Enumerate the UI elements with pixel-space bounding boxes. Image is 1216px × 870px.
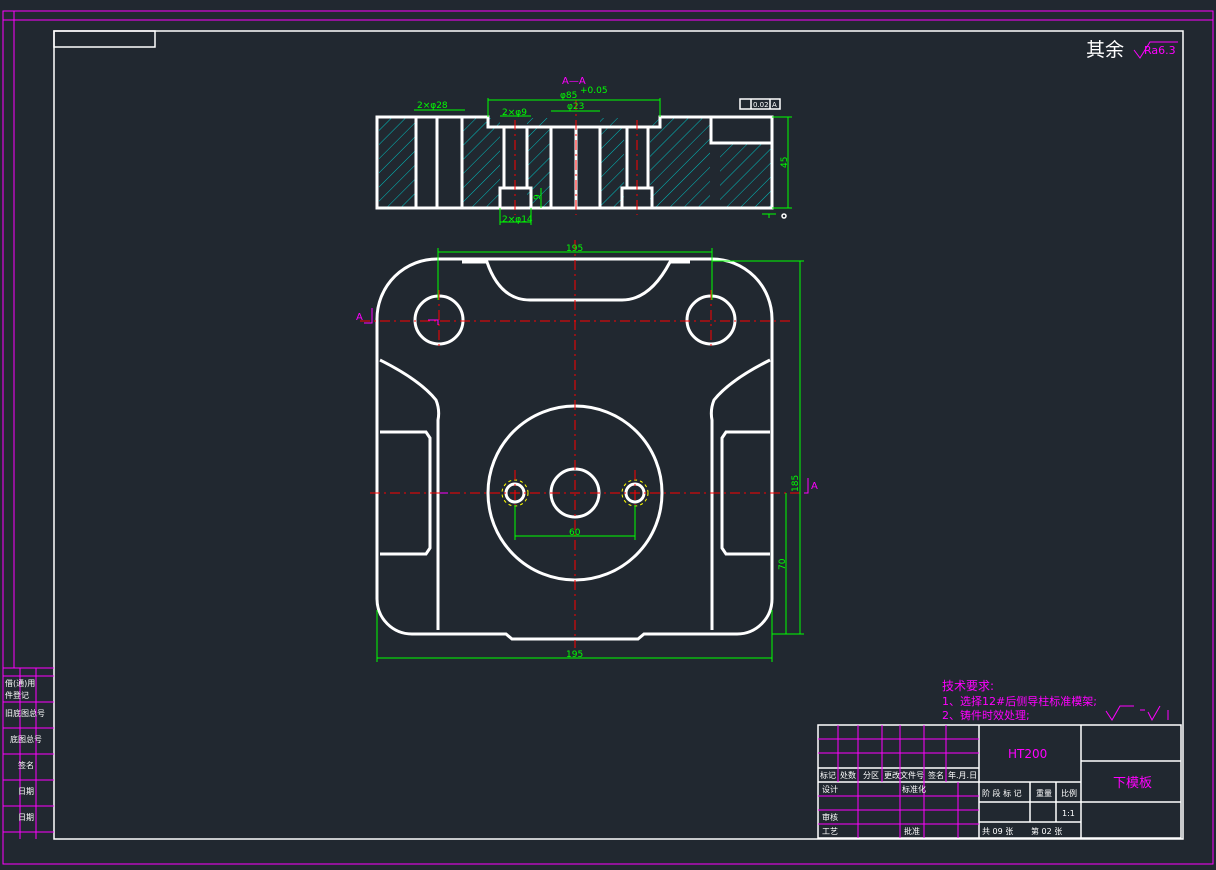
dim-width-bottom: 195 bbox=[566, 650, 583, 660]
frame-corner-box bbox=[53, 30, 156, 48]
strip-label-0: 借(通)用 bbox=[5, 678, 35, 688]
cad-drawing: 借(通)用 件登记 旧底图总号 底图总号 签名 日期 日期 其余 Ra6.3 A… bbox=[2, 10, 1214, 865]
hdr-change-doc: 更改文件号 bbox=[884, 770, 924, 780]
section-view: A—A 2×φ28 φ85 +0.05 φ23 2×φ9 2×φ14 9 45 … bbox=[375, 76, 792, 225]
plan-view: 195 195 185 70 60 A A bbox=[356, 240, 818, 662]
sheet-num: 第 02 张 bbox=[1031, 826, 1062, 836]
title-block: HT200 下模板 标记 处数 分区 更改文件号 签名 年.月.日 设计 审核 … bbox=[817, 724, 1182, 839]
strip-label-6: 日期 bbox=[18, 813, 34, 822]
row-standard: 标准化 bbox=[902, 784, 926, 794]
sheet-total: 共 09 张 bbox=[982, 827, 1013, 836]
row-review: 审核 bbox=[822, 812, 838, 822]
strip-label-2: 旧底图总号 bbox=[5, 708, 45, 718]
hdr-sign: 签名 bbox=[928, 770, 944, 780]
hdr-count: 处数 bbox=[840, 770, 856, 780]
dim-bore-23: φ23 bbox=[567, 102, 584, 112]
dim-overall-phi: φ85 bbox=[560, 91, 577, 101]
hdr-mark: 标记 bbox=[820, 770, 836, 780]
row-design: 设计 bbox=[822, 784, 838, 794]
hdr-zone: 分区 bbox=[863, 771, 879, 780]
datum-label: A bbox=[772, 101, 777, 109]
dim-overall-phi-tol: +0.05 bbox=[580, 86, 608, 96]
tech-item-2: 2、铸件时效处理; bbox=[942, 708, 1030, 722]
part-name: 下模板 bbox=[1113, 776, 1152, 791]
hdr-date: 年.月.日 bbox=[948, 770, 977, 780]
flatness-value: 0.02 bbox=[753, 101, 769, 109]
scale-value: 1:1 bbox=[1062, 809, 1075, 818]
tech-requirements: 技术要求: 1、选择12#后侧导柱标准模架; 2、铸件时效处理; bbox=[942, 679, 1169, 722]
left-strip: 借(通)用 件登记 旧底图总号 底图总号 签名 日期 日期 bbox=[3, 667, 54, 839]
roughness-prefix: 其余 bbox=[1086, 39, 1124, 61]
strip-label-3: 底图总号 bbox=[10, 734, 42, 744]
strip-label-1: 件登记 bbox=[5, 690, 29, 700]
tech-title: 技术要求: bbox=[942, 679, 994, 693]
dim-height-70: 70 bbox=[778, 558, 788, 570]
dim-hole-9: 2×φ9 bbox=[502, 108, 527, 118]
strip-label-4: 签名 bbox=[18, 760, 34, 770]
dim-pin-holes: 2×φ28 bbox=[417, 101, 448, 111]
scale-label: 比例 bbox=[1061, 788, 1077, 798]
dim-height-45: 45 bbox=[780, 157, 790, 168]
dim-width-top: 195 bbox=[566, 244, 583, 254]
row-approve: 批准 bbox=[904, 826, 920, 836]
weight-label: 重量 bbox=[1036, 788, 1052, 798]
dim-cb-depth: 9 bbox=[533, 194, 543, 200]
row-process: 工艺 bbox=[822, 827, 838, 836]
roughness-value: Ra6.3 bbox=[1144, 44, 1176, 57]
roughness-note: 其余 Ra6.3 bbox=[1086, 39, 1178, 61]
stage-label: 阶 段 标 记 bbox=[982, 788, 1022, 798]
strip-label-5: 日期 bbox=[18, 787, 34, 796]
section-marker-right: A bbox=[811, 481, 818, 492]
dim-height-185: 185 bbox=[791, 475, 801, 492]
section-marker-left: A bbox=[356, 312, 363, 323]
material: HT200 bbox=[1008, 747, 1047, 761]
dim-cb-14: 2×φ14 bbox=[502, 215, 533, 225]
tech-item-1: 1、选择12#后侧导柱标准模架; bbox=[942, 694, 1097, 708]
dim-spacing-60: 60 bbox=[569, 528, 581, 538]
